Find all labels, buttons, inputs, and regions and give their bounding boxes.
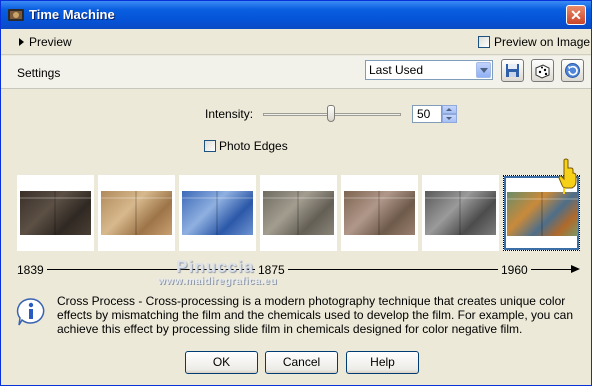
watermark: Pinuccia — [176, 257, 254, 276]
thumbnail-image — [425, 191, 496, 235]
timeline-end-year: 1960 — [501, 263, 528, 277]
floppy-disk-icon — [506, 64, 519, 77]
chevron-down-icon[interactable] — [476, 62, 491, 78]
thumbnail-image — [182, 191, 253, 235]
settings-label: Settings — [17, 66, 61, 80]
timeline-line — [531, 269, 573, 270]
dice-icon — [535, 64, 550, 79]
intensity-slider-thumb[interactable] — [327, 105, 335, 122]
era-thumbnail-4[interactable] — [260, 175, 337, 251]
preview-on-image-checkbox[interactable] — [478, 36, 490, 48]
era-thumbnail-2[interactable] — [98, 175, 175, 251]
preset-value: Last Used — [369, 63, 424, 77]
era-thumbnail-6[interactable] — [422, 175, 499, 251]
thumbnail-image — [101, 191, 172, 235]
era-thumbnail-5[interactable] — [341, 175, 418, 251]
thumbnail-image — [344, 191, 415, 235]
app-icon — [8, 9, 24, 21]
settings-row: Settings Last Used — [1, 56, 591, 88]
save-preset-button[interactable] — [501, 59, 524, 82]
preset-dropdown[interactable]: Last Used — [365, 60, 493, 80]
era-thumbnail-1839[interactable] — [17, 175, 94, 251]
intensity-value: 50 — [417, 107, 431, 121]
close-icon: ✕ — [570, 7, 582, 23]
close-button[interactable]: ✕ — [566, 5, 586, 25]
intensity-input[interactable]: 50 — [412, 105, 442, 123]
preview-row: Preview Preview on Image — [1, 31, 591, 53]
photo-edges-label[interactable]: Photo Edges — [219, 139, 288, 153]
arrow-right-icon — [571, 265, 580, 273]
hand-cursor-icon — [558, 158, 577, 194]
divider — [1, 54, 591, 55]
title-bar[interactable]: Time Machine ✕ — [1, 1, 591, 29]
time-machine-dialog: Time Machine ✕ Preview Preview on Image … — [0, 0, 592, 386]
thumbnail-image — [263, 191, 334, 235]
intensity-label: Intensity: — [205, 107, 254, 121]
watermark-url: www.maidiregrafica.eu — [158, 276, 278, 287]
era-thumbnail-3[interactable] — [179, 175, 256, 251]
intensity-spinner[interactable] — [442, 105, 457, 123]
reset-icon — [565, 63, 580, 78]
preview-on-image-label[interactable]: Preview on Image — [494, 35, 590, 49]
reset-button[interactable] — [561, 59, 584, 82]
cancel-button[interactable]: Cancel — [265, 351, 338, 374]
expand-triangle-icon[interactable] — [19, 38, 24, 46]
window-title: Time Machine — [29, 7, 115, 22]
ok-button[interactable]: OK — [185, 351, 258, 374]
thumbnail-image — [20, 191, 91, 235]
randomize-button[interactable] — [531, 59, 554, 82]
timeline-start-year: 1839 — [17, 263, 44, 277]
timeline-middle-year: 1875 — [258, 263, 285, 277]
preview-toggle[interactable]: Preview — [29, 35, 72, 49]
effect-description: Cross Process - Cross-processing is a mo… — [57, 294, 574, 336]
timeline-line — [288, 269, 498, 270]
spin-down-icon[interactable] — [442, 114, 457, 123]
divider — [1, 88, 591, 89]
spin-up-icon[interactable] — [442, 105, 457, 114]
photo-edges-checkbox[interactable] — [204, 140, 216, 152]
info-icon — [16, 298, 45, 326]
thumbnail-image — [507, 192, 578, 236]
help-button[interactable]: Help — [346, 351, 419, 374]
